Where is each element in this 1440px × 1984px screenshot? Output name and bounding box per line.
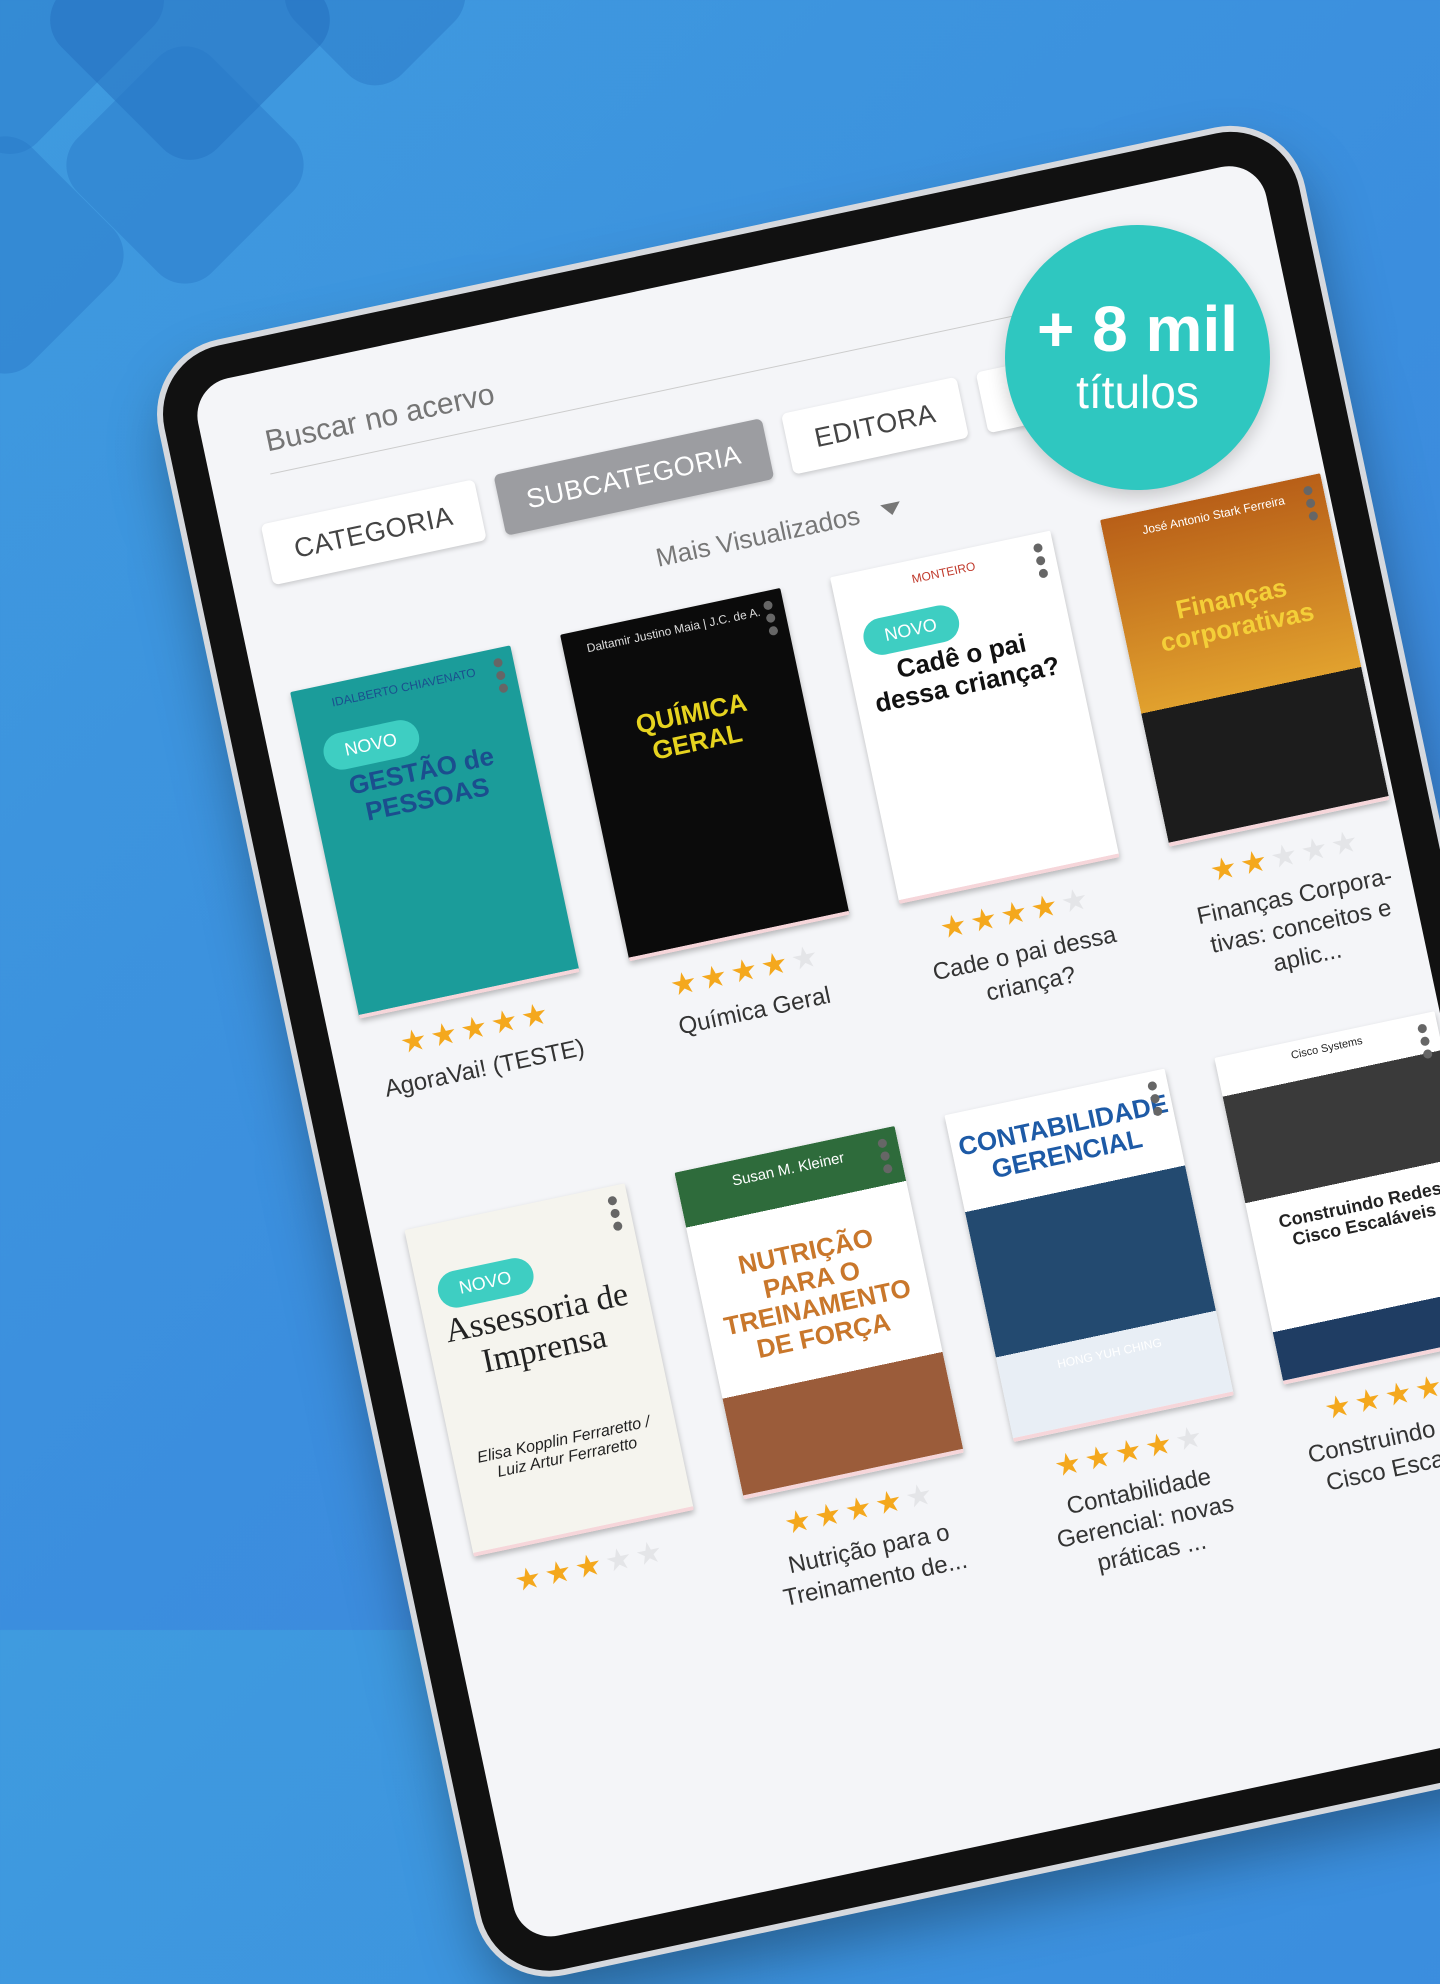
star-empty-icon: ★ <box>1172 1419 1210 1459</box>
cover-author: Susan M. Kleiner <box>730 1149 846 1190</box>
promo-label: títulos <box>1076 366 1199 418</box>
star-filled-icon: ★ <box>517 996 556 1035</box>
book-cover[interactable]: IDALBERTO CHIAVENATO GESTÃO de PESSOAS N… <box>289 645 580 1019</box>
sort-dropdown[interactable]: Mais Visualizados <box>653 492 904 574</box>
book-cover[interactable]: Elisa Kopplin Ferraretto / Luiz Artur Fe… <box>403 1183 694 1557</box>
star-empty-icon: ★ <box>902 1476 940 1516</box>
book-cover[interactable]: José Antonio Stark Ferreira Finanças cor… <box>1099 473 1390 847</box>
star-empty-icon: ★ <box>1327 823 1365 863</box>
cover-author: HONG YUH CHING <box>1055 1335 1163 1372</box>
book-cover[interactable]: HONG YUH CHING CONTABILIDADE GERENCIAL <box>943 1068 1234 1443</box>
cover-title: QUÍMICA GERAL <box>633 686 750 766</box>
cover-author: MONTEIRO <box>910 559 977 587</box>
promo-count: + 8 mil <box>1037 293 1238 365</box>
promo-badge: + 8 mil títulos <box>1005 225 1270 490</box>
star-empty-icon: ★ <box>787 938 826 978</box>
more-options-icon[interactable] <box>762 600 779 637</box>
cover-title: NUTRIÇÃO PARA O TREINAMENTO DE FORÇA <box>721 1222 914 1364</box>
star-empty-icon: ★ <box>1057 881 1096 921</box>
cover-author: Cisco Systems <box>1290 1034 1364 1062</box>
star-empty-icon: ★ <box>632 1534 670 1573</box>
book-cover[interactable]: Susan M. Kleiner NUTRIÇÃO PARA O TREINAM… <box>673 1126 964 1500</box>
cover-title: Construindo Redes Cisco Escaláveis <box>1276 1177 1440 1250</box>
cover-author: Daltamir Justino Maia | J.C. de A. <box>585 604 762 656</box>
cover-author: Elisa Kopplin Ferraretto / Luiz Artur Fe… <box>475 1413 652 1481</box>
filter-editora[interactable]: EDITORA <box>781 376 970 475</box>
chevron-down-icon <box>879 500 902 517</box>
app-screen: CATEGORIA SUBCATEGORIA EDITORA ★ ★ ★ ★ ★ Mai… <box>190 159 1440 1944</box>
cover-author: José Antonio Stark Ferreira <box>1140 493 1287 538</box>
book-cover[interactable]: Cisco Systems Construindo Redes Cisco Es… <box>1213 1011 1440 1385</box>
more-options-icon[interactable] <box>492 657 509 694</box>
sort-label: Mais Visualizados <box>653 500 863 573</box>
filter-subcategoria[interactable]: SUBCATEGORIA <box>492 418 775 536</box>
star-filled-icon: ★ <box>1412 1368 1440 1408</box>
more-options-icon[interactable] <box>1032 542 1049 579</box>
cover-author: IDALBERTO CHIAVENATO <box>330 665 477 710</box>
book-cover[interactable]: Daltamir Justino Maia | J.C. de A. QUÍMI… <box>559 588 850 962</box>
filter-categoria[interactable]: CATEGORIA <box>260 479 487 586</box>
more-options-icon[interactable] <box>607 1195 624 1232</box>
more-options-icon[interactable] <box>1416 1023 1434 1060</box>
book-grid: IDALBERTO CHIAVENATO GESTÃO de PESSOAS N… <box>276 470 1440 1702</box>
cover-title: Finanças corporativas <box>1157 572 1317 658</box>
cover-title: CONTABILIDADE GERENCIAL <box>955 1088 1171 1184</box>
book-cover[interactable]: MONTEIRO Cadê o pai dessa criança? NOVO <box>829 530 1120 905</box>
more-options-icon[interactable] <box>1302 485 1319 522</box>
